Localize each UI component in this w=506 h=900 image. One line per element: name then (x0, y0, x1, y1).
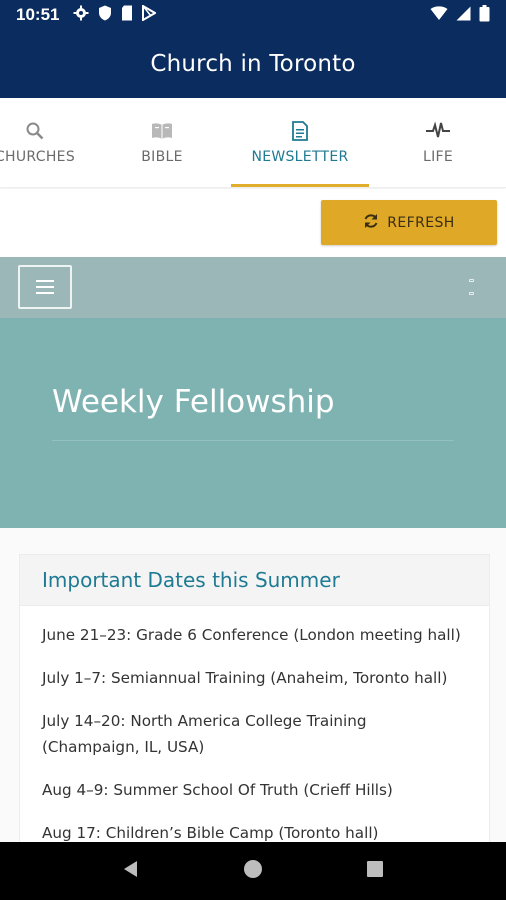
recents-icon (365, 859, 385, 883)
status-bar: 10:51 (0, 0, 506, 30)
more-options-icon[interactable] (468, 279, 474, 295)
refresh-icon (363, 213, 379, 233)
home-button[interactable] (228, 846, 278, 896)
web-nav-bar (0, 257, 506, 318)
back-button[interactable] (106, 846, 156, 896)
play-store-icon (142, 4, 158, 25)
sim-card-icon (121, 5, 133, 25)
tab-life[interactable]: LIFE (378, 98, 498, 187)
date-list: June 21–23: Grade 6 Conference (London m… (20, 606, 489, 846)
wifi-icon (430, 5, 448, 25)
important-dates-card: Important Dates this Summer June 21–23: … (19, 554, 490, 854)
tab-label: CHURCHES (0, 149, 75, 165)
card-header: Important Dates this Summer (20, 555, 489, 606)
gear-icon (73, 5, 89, 25)
app-title: Church in Toronto (150, 51, 356, 77)
home-icon (243, 859, 263, 883)
pulse-icon (425, 121, 451, 145)
tab-indicator (231, 184, 369, 187)
tab-label: NEWSLETTER (251, 149, 349, 165)
hero-banner: Weekly Fellowship (0, 318, 506, 528)
hamburger-icon (36, 275, 54, 299)
tab-bible[interactable]: BIBLE (102, 98, 222, 187)
tab-label: LIFE (422, 149, 454, 165)
book-icon (151, 121, 173, 145)
refresh-area: REFRESH (0, 189, 506, 257)
app-bar: Church in Toronto (0, 30, 506, 98)
status-icons-right (430, 4, 490, 26)
document-icon (292, 121, 308, 145)
system-nav-bar (0, 842, 506, 900)
list-item: July 1–7: Semiannual Training (Anaheim, … (42, 669, 448, 687)
signal-icon (456, 6, 471, 25)
card-title: Important Dates this Summer (42, 568, 340, 592)
shield-icon (98, 5, 112, 25)
content-area: Important Dates this Summer June 21–23: … (0, 528, 506, 854)
menu-button[interactable] (18, 265, 72, 309)
list-item: June 21–23: Grade 6 Conference (London m… (42, 626, 461, 644)
tab-bar: CHURCHES BIBLE NEWSLETTER LIFE (0, 98, 506, 188)
tab-newsletter[interactable]: NEWSLETTER (231, 98, 369, 187)
list-item: July 14–20: North America College Traini… (42, 712, 367, 756)
hero-divider (52, 440, 454, 441)
back-icon (121, 859, 141, 883)
tab-label: BIBLE (141, 149, 183, 165)
refresh-button[interactable]: REFRESH (321, 200, 497, 245)
search-icon (25, 121, 45, 145)
status-icons-left (73, 4, 158, 25)
battery-icon (479, 4, 490, 26)
refresh-label: REFRESH (387, 214, 455, 231)
recents-button[interactable] (350, 846, 400, 896)
list-item: Aug 4–9: Summer School Of Truth (Crieff … (42, 781, 393, 799)
hero-title: Weekly Fellowship (52, 384, 335, 420)
status-time: 10:51 (16, 5, 60, 24)
tab-churches[interactable]: CHURCHES (0, 98, 95, 187)
